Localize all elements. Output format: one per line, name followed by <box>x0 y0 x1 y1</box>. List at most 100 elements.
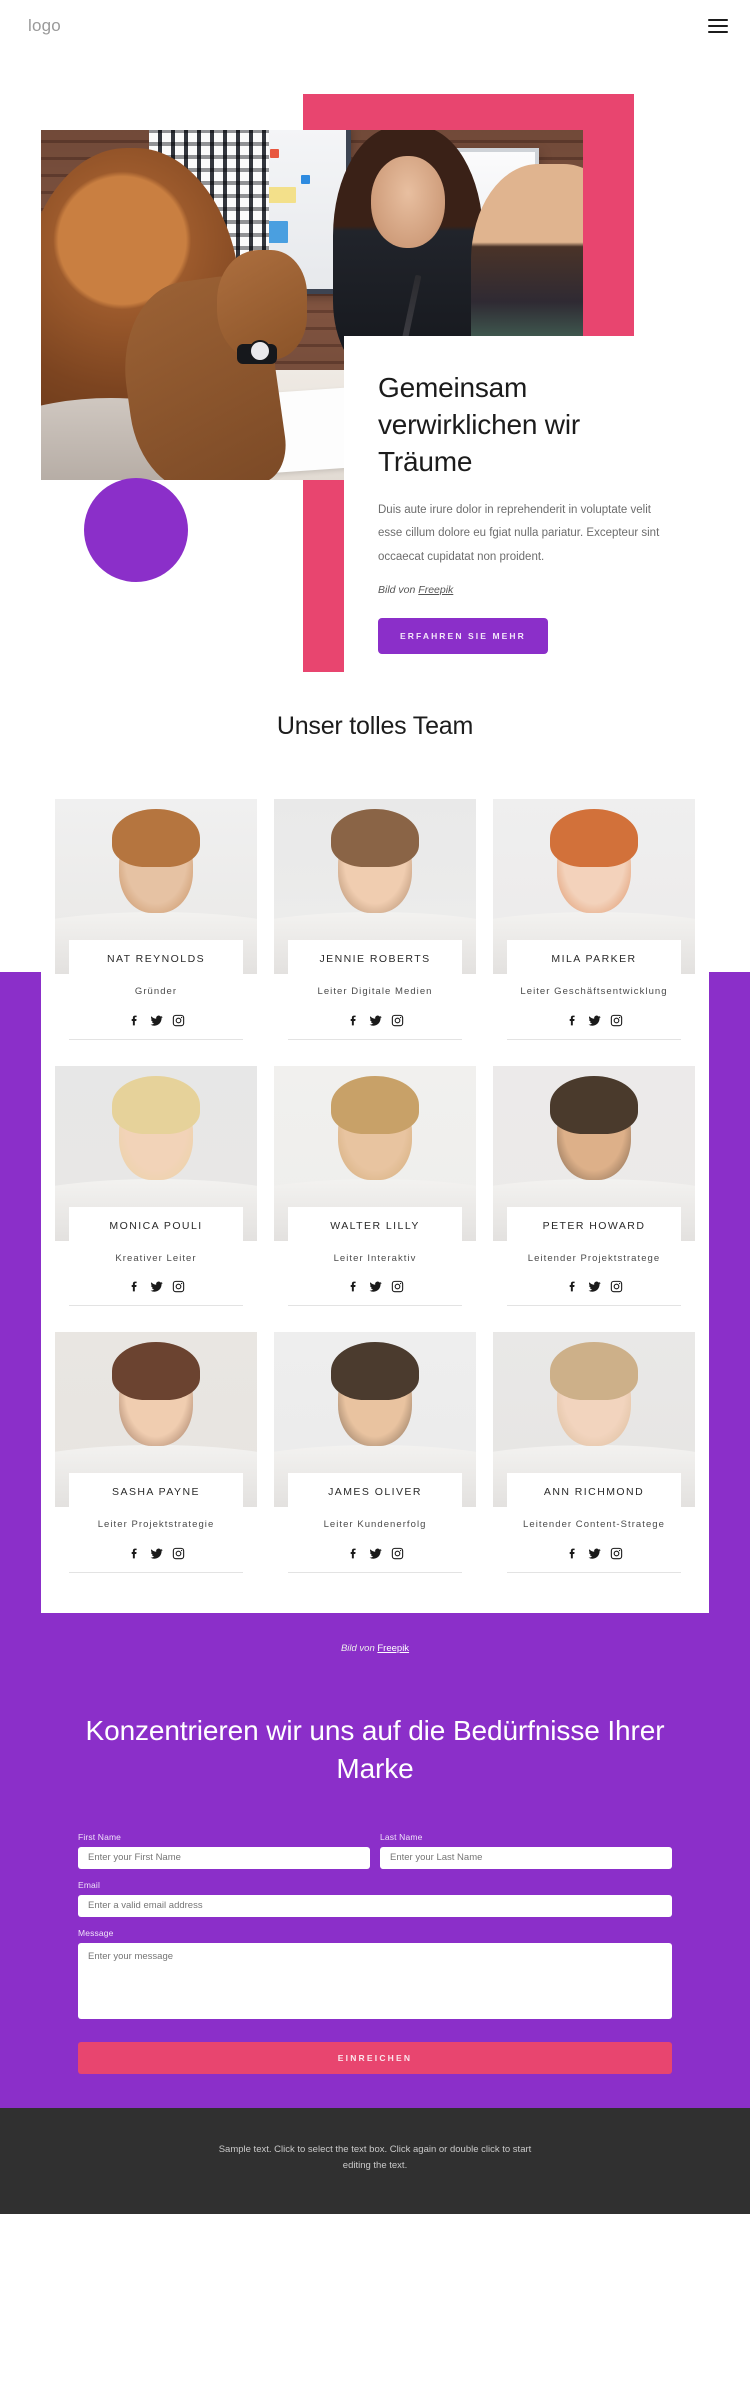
twitter-icon[interactable] <box>588 1014 601 1027</box>
cta-heading: Konzentrieren wir uns auf die Bedürfniss… <box>85 1715 665 1784</box>
twitter-icon[interactable] <box>588 1280 601 1293</box>
member-name: MILA PARKER <box>551 953 637 965</box>
twitter-icon[interactable] <box>369 1547 382 1560</box>
member-role: Leiter Kundenerfolg <box>323 1519 427 1531</box>
team-member-card[interactable]: PETER HOWARD Leitender Projektstratege <box>493 1065 695 1307</box>
hero-section: Gemeinsam verwirklichen wir Träume Duis … <box>0 52 750 694</box>
last-name-label: Last Name <box>380 1831 423 1842</box>
team-member-card[interactable]: MILA PARKER Leiter Geschäftsentwicklung <box>493 799 695 1040</box>
facebook-icon[interactable] <box>128 1014 141 1027</box>
hero-purple-circle <box>84 478 188 582</box>
instagram-icon[interactable] <box>172 1014 185 1027</box>
member-role: Leitender Content-Stratege <box>523 1519 665 1531</box>
member-socials <box>288 1533 462 1574</box>
team-member-card[interactable]: SASHA PAYNE Leiter Projektstrategie <box>55 1332 257 1574</box>
team-row: MONICA POULI Kreativer Leiter WALTER LILLY… <box>55 1065 695 1307</box>
member-role: Leiter Projektstrategie <box>97 1519 215 1531</box>
member-role: Leitender Projektstratege <box>527 1252 661 1264</box>
member-socials <box>69 1000 243 1040</box>
instagram-icon[interactable] <box>610 1280 623 1293</box>
message-field: Message <box>78 1928 672 2024</box>
instagram-icon[interactable] <box>610 1014 623 1027</box>
hero-paragraph: Duis aute irure dolor in reprehenderit i… <box>378 503 660 563</box>
team-heading: Unser tolles Team <box>276 712 474 740</box>
member-socials <box>507 1000 681 1040</box>
member-name: SASHA PAYNE <box>112 1486 200 1499</box>
site-footer: Sample text. Click to select the text bo… <box>0 2107 750 2215</box>
instagram-icon[interactable] <box>172 1280 185 1293</box>
member-role: Leiter Interaktiv <box>333 1252 417 1264</box>
member-socials <box>288 1000 462 1040</box>
member-name: WALTER LILLY <box>330 1219 420 1232</box>
learn-more-button[interactable]: ERFAHREN SIE MEHR <box>378 617 548 654</box>
instagram-icon[interactable] <box>172 1547 185 1560</box>
first-name-field: First Name <box>78 1832 370 1869</box>
member-name-plate: MONICA POULI <box>69 1206 243 1244</box>
team-member-card[interactable]: JENNIE ROBERTS Leiter Digitale Medien <box>274 799 476 1040</box>
hero-image-credit: Bild von Freepik <box>378 584 670 596</box>
hero-text-card: Gemeinsam verwirklichen wir Träume Duis … <box>344 336 704 694</box>
first-name-label: First Name <box>78 1831 122 1842</box>
member-socials <box>69 1266 243 1307</box>
member-name-plate: JENNIE ROBERTS <box>288 940 462 977</box>
facebook-icon[interactable] <box>347 1014 360 1027</box>
footer-text: Sample text. Click to select the text bo… <box>218 2143 532 2171</box>
facebook-icon[interactable] <box>566 1547 579 1560</box>
team-member-card[interactable]: MONICA POULI Kreativer Leiter <box>55 1065 257 1307</box>
logo[interactable]: logo <box>28 16 61 36</box>
facebook-icon[interactable] <box>566 1280 579 1293</box>
team-row: NAT REYNOLDS Gründer JENNIE ROBERTS Leiter … <box>55 799 695 1040</box>
email-input[interactable] <box>78 1894 672 1917</box>
instagram-icon[interactable] <box>391 1014 404 1027</box>
member-socials <box>507 1533 681 1574</box>
twitter-icon[interactable] <box>150 1280 163 1293</box>
member-name-plate: JAMES OLIVER <box>288 1473 462 1511</box>
team-member-card[interactable]: WALTER LILLY Leiter Interaktiv <box>274 1065 476 1307</box>
last-name-input[interactable] <box>380 1846 672 1869</box>
contact-form: First Name Last Name Email Message EINRE… <box>78 1832 672 2074</box>
member-name-plate: NAT REYNOLDS <box>69 940 243 977</box>
team-row: SASHA PAYNE Leiter Projektstrategie JAMES … <box>55 1332 695 1574</box>
member-role: Leiter Digitale Medien <box>317 986 433 997</box>
team-section: Unser tolles Team NAT REYNOLDS Gründer JEN… <box>0 672 750 1972</box>
message-label: Message <box>78 1927 114 1938</box>
last-name-field: Last Name <box>380 1832 672 1869</box>
instagram-icon[interactable] <box>391 1280 404 1293</box>
instagram-icon[interactable] <box>391 1547 404 1560</box>
facebook-icon[interactable] <box>128 1547 141 1560</box>
member-name-plate: WALTER LILLY <box>288 1206 462 1244</box>
twitter-icon[interactable] <box>369 1280 382 1293</box>
cta-credit-link[interactable]: Freepik <box>377 1643 409 1654</box>
facebook-icon[interactable] <box>566 1014 579 1027</box>
hero-credit-prefix: Bild von <box>378 583 419 596</box>
twitter-icon[interactable] <box>150 1014 163 1027</box>
email-field: Email <box>78 1880 672 1917</box>
member-name: NAT REYNOLDS <box>106 953 206 965</box>
member-socials <box>288 1266 462 1307</box>
member-name-plate: PETER HOWARD <box>507 1206 681 1244</box>
submit-button[interactable]: EINREICHEN <box>78 2041 672 2074</box>
instagram-icon[interactable] <box>610 1547 623 1560</box>
twitter-icon[interactable] <box>150 1547 163 1560</box>
member-socials <box>69 1533 243 1574</box>
team-member-card[interactable]: NAT REYNOLDS Gründer <box>55 799 257 1040</box>
team-grid: NAT REYNOLDS Gründer JENNIE ROBERTS Leiter … <box>41 777 709 1614</box>
facebook-icon[interactable] <box>128 1280 141 1293</box>
page-root: logo Gemeinsam verwirklichen wir Träume … <box>0 0 750 2215</box>
team-member-card[interactable]: ANN RICHMOND Leitender Content-Stratege <box>493 1332 695 1574</box>
first-name-input[interactable] <box>78 1846 370 1869</box>
twitter-icon[interactable] <box>369 1014 382 1027</box>
hero-credit-link[interactable]: Freepik <box>418 584 453 596</box>
facebook-icon[interactable] <box>347 1280 360 1293</box>
cta-credit-prefix: Bild von <box>340 1643 378 1655</box>
hamburger-menu-icon[interactable] <box>708 18 728 34</box>
facebook-icon[interactable] <box>347 1547 360 1560</box>
contact-section: Bild von Freepik Konzentrieren wir uns a… <box>0 1613 750 2108</box>
site-header: logo <box>0 0 750 52</box>
message-input[interactable] <box>78 1942 672 2019</box>
team-member-card[interactable]: JAMES OLIVER Leiter Kundenerfolg <box>274 1332 476 1574</box>
twitter-icon[interactable] <box>588 1547 601 1560</box>
member-name: ANN RICHMOND <box>543 1486 645 1499</box>
member-name-plate: ANN RICHMOND <box>507 1473 681 1511</box>
member-socials <box>507 1266 681 1307</box>
